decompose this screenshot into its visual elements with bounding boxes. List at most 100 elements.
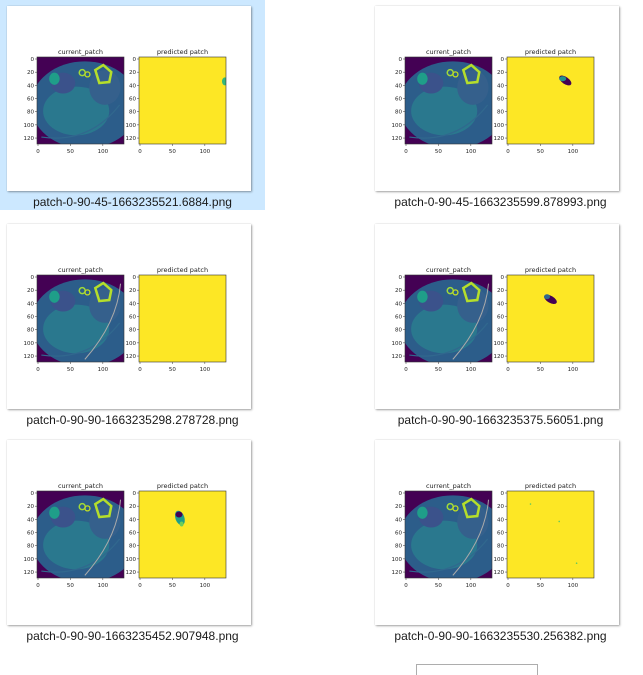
x-tick-label: 0: [506, 367, 510, 373]
y-tick-label: 60: [395, 531, 402, 537]
thumbnail-image: current_patch 0 20 40 60 80 100 120 0 50 100 predic…: [7, 224, 251, 409]
y-tick-label: 60: [129, 531, 136, 537]
y-tick-label: 120: [126, 354, 137, 360]
prediction-image: [139, 275, 226, 362]
file-thumbnail[interactable]: current_patch 0 20 40 60 80 100 120 0 50 100 predic…: [0, 434, 265, 644]
y-tick-label: 60: [129, 315, 136, 321]
prediction-image: [507, 275, 594, 362]
ct-image: [37, 57, 124, 144]
x-tick-label: 100: [466, 583, 477, 589]
subplot-title: current_patch: [58, 482, 103, 490]
prediction-image: [139, 57, 226, 144]
y-tick-label: 20: [497, 288, 504, 294]
y-tick-label: 40: [129, 83, 136, 89]
file-thumbnail[interactable]: current_patch 0 20 40 60 80 100 120 0 50 100 predic…: [0, 0, 265, 210]
y-tick-label: 20: [497, 504, 504, 510]
prediction-image: [507, 491, 594, 578]
y-tick-label: 120: [126, 570, 137, 576]
y-tick-label: 80: [497, 544, 504, 550]
x-tick-label: 50: [435, 149, 442, 155]
y-tick-label: 40: [395, 301, 402, 307]
y-tick-label: 60: [27, 315, 34, 321]
y-tick-label: 120: [494, 354, 505, 360]
subplot-title: current_patch: [58, 266, 103, 274]
x-tick-label: 50: [435, 367, 442, 373]
y-tick-label: 120: [24, 136, 35, 142]
prediction-image: [507, 57, 594, 144]
y-tick-label: 60: [27, 97, 34, 103]
x-tick-label: 0: [506, 149, 510, 155]
file-thumbnail[interactable]: current_patch 0 20 40 60 80 100 120 0 50 100 predic…: [0, 218, 265, 428]
y-tick-label: 100: [392, 557, 403, 563]
matplotlib-figure: current_patch 0 20 40 60 80 100 120 0 50 100 predic…: [24, 482, 227, 589]
x-tick-label: 0: [138, 583, 142, 589]
thumbnail-image: current_patch 0 20 40 60 80 100 120 0 50 100 predic…: [375, 440, 619, 625]
x-tick-label: 50: [537, 367, 544, 373]
x-tick-label: 50: [537, 149, 544, 155]
y-tick-label: 80: [27, 328, 34, 334]
y-tick-label: 80: [129, 110, 136, 116]
thumbnail-image: current_patch 0 20 40 60 80 100 120 0 50 100 predic…: [7, 6, 251, 191]
y-tick-label: 20: [27, 504, 34, 510]
y-tick-label: 100: [24, 341, 35, 347]
y-tick-label: 40: [395, 83, 402, 89]
x-tick-label: 50: [67, 583, 74, 589]
y-tick-label: 80: [129, 328, 136, 334]
x-tick-label: 0: [36, 367, 40, 373]
file-thumbnail[interactable]: current_patch 0 20 40 60 80 100 120 0 50 100 predic…: [368, 0, 633, 210]
thumbnail-image: current_patch 0 20 40 60 80 100 120 0 50 100 predic…: [375, 224, 619, 409]
x-tick-label: 100: [466, 149, 477, 155]
y-tick-label: 0: [133, 491, 137, 497]
x-tick-label: 0: [506, 583, 510, 589]
y-tick-label: 0: [31, 491, 35, 497]
y-tick-label: 80: [27, 544, 34, 550]
x-tick-label: 0: [404, 149, 408, 155]
y-tick-label: 40: [27, 301, 34, 307]
x-tick-label: 50: [67, 149, 74, 155]
y-tick-label: 0: [501, 275, 505, 281]
y-tick-label: 0: [399, 275, 403, 281]
y-tick-label: 120: [494, 570, 505, 576]
y-tick-label: 120: [24, 354, 35, 360]
y-tick-label: 0: [501, 57, 505, 63]
x-tick-label: 50: [435, 583, 442, 589]
x-tick-label: 50: [537, 583, 544, 589]
x-tick-label: 100: [200, 367, 211, 373]
ct-image: [405, 491, 492, 578]
y-tick-label: 120: [24, 570, 35, 576]
x-tick-label: 100: [568, 149, 579, 155]
y-tick-label: 20: [395, 504, 402, 510]
y-tick-label: 40: [27, 517, 34, 523]
y-tick-label: 100: [24, 557, 35, 563]
subplot-title: predicted patch: [157, 48, 208, 56]
thumbnail-image: current_patch 0 20 40 60 80 100 120 0 50 100 predic…: [375, 6, 619, 191]
matplotlib-figure: current_patch 0 20 40 60 80 100 120 0 50 100 predic…: [392, 48, 595, 155]
file-name-label: patch-0-90-90-1663235452.907948.png: [26, 629, 239, 643]
y-tick-label: 20: [497, 70, 504, 76]
y-tick-label: 20: [27, 288, 34, 294]
y-tick-label: 0: [133, 275, 137, 281]
x-tick-label: 0: [138, 367, 142, 373]
thumbnail-image: current_patch 0 20 40 60 80 100 120 0 50 100 predic…: [7, 440, 251, 625]
y-tick-label: 0: [31, 275, 35, 281]
subplot-title: predicted patch: [157, 266, 208, 274]
y-tick-label: 60: [27, 531, 34, 537]
y-tick-label: 80: [497, 328, 504, 334]
y-tick-label: 120: [494, 136, 505, 142]
matplotlib-figure: current_patch 0 20 40 60 80 100 120 0 50 100 predic…: [392, 482, 595, 589]
y-tick-label: 120: [126, 136, 137, 142]
y-tick-label: 100: [126, 123, 137, 129]
y-tick-label: 60: [497, 315, 504, 321]
y-tick-label: 40: [497, 83, 504, 89]
y-tick-label: 100: [494, 123, 505, 129]
subplot-title: current_patch: [58, 48, 103, 56]
y-tick-label: 100: [24, 123, 35, 129]
y-tick-label: 60: [497, 531, 504, 537]
x-tick-label: 50: [67, 367, 74, 373]
file-name-label: patch-0-90-90-1663235298.278728.png: [26, 413, 239, 427]
file-thumbnail[interactable]: current_patch 0 20 40 60 80 100 120 0 50 100 predic…: [368, 434, 633, 644]
y-tick-label: 0: [133, 57, 137, 63]
x-tick-label: 100: [568, 583, 579, 589]
subplot-title: current_patch: [426, 482, 471, 490]
file-thumbnail[interactable]: current_patch 0 20 40 60 80 100 120 0 50 100 predic…: [368, 218, 633, 428]
